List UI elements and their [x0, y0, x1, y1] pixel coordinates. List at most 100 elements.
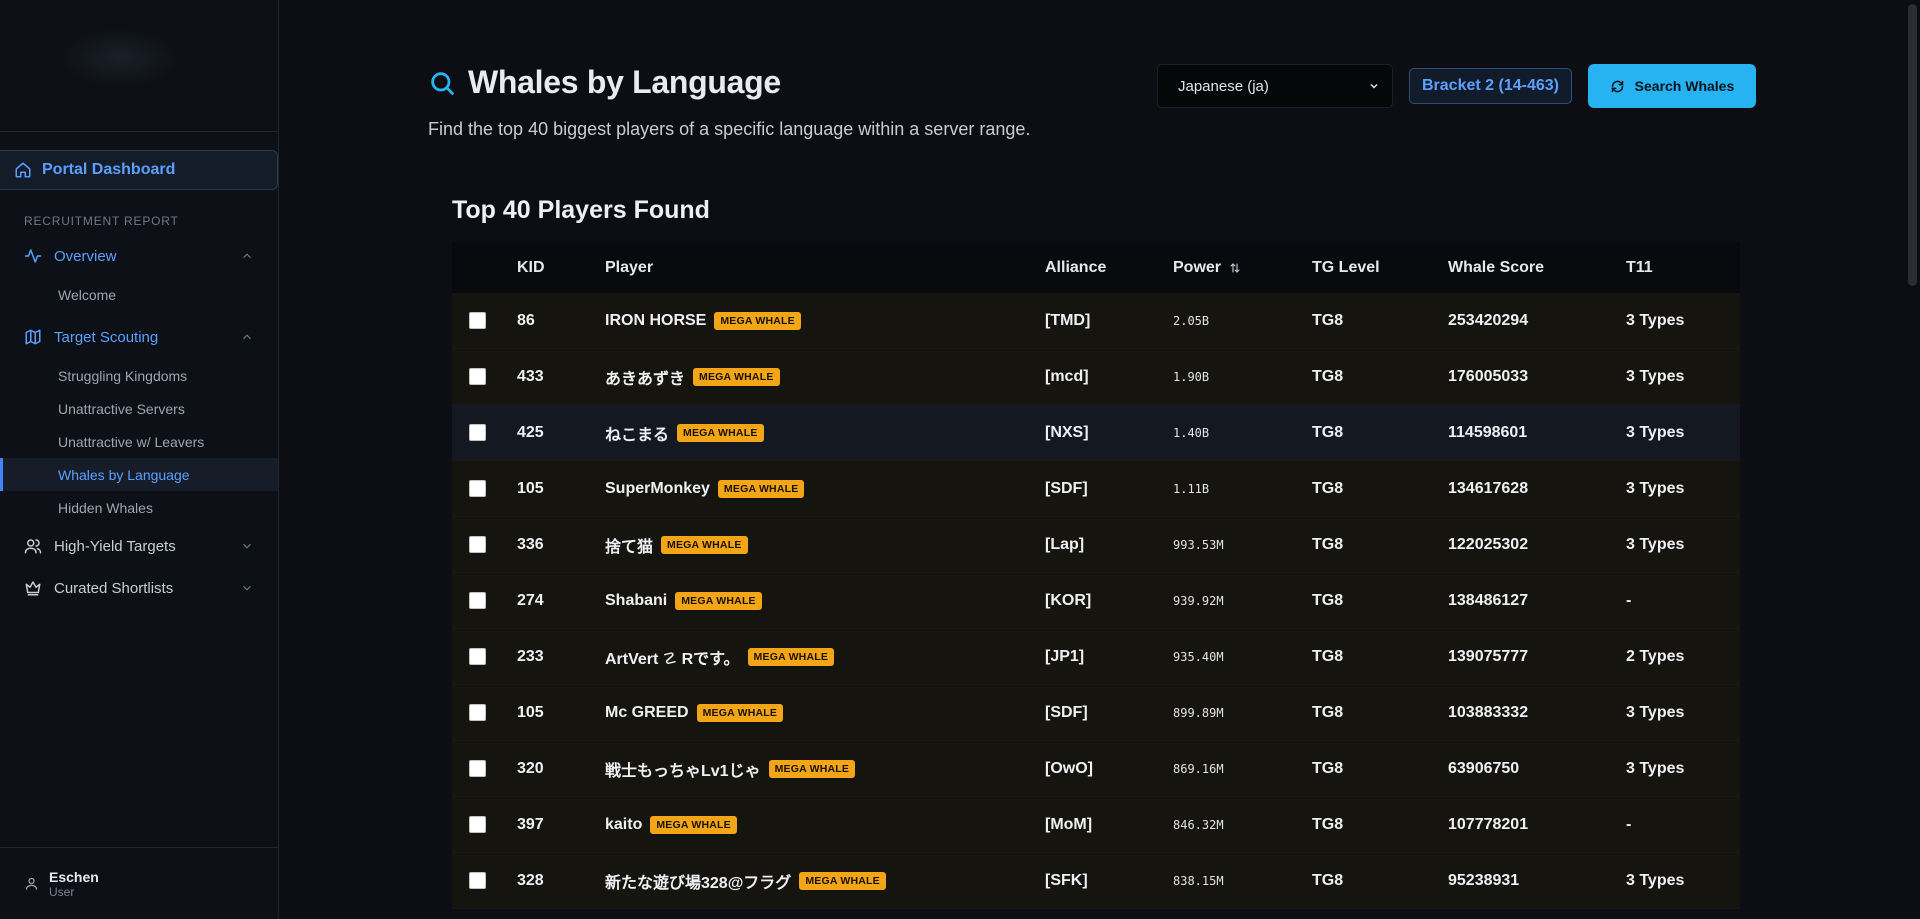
nav-overview-label: Overview: [54, 247, 117, 265]
cell-kid: 433: [517, 367, 544, 385]
header-tg-level[interactable]: TG Level: [1312, 259, 1448, 277]
cell-whale-score: 114598601: [1448, 423, 1528, 441]
chevron-down-icon: [240, 581, 254, 595]
row-checkbox[interactable]: [469, 536, 486, 553]
cell-kid: 105: [517, 479, 544, 497]
cell-whale-score: 176005033: [1448, 367, 1529, 385]
mega-whale-badge: MEGA WHALE: [693, 367, 780, 386]
refresh-icon: [1611, 80, 1623, 92]
cell-alliance: [MoM]: [1045, 815, 1093, 833]
header-power[interactable]: Power: [1173, 259, 1312, 277]
cell-power: 838.15M: [1173, 873, 1224, 888]
table-row[interactable]: 425 ねこまる MEGA WHALE [NXS] 1.40B TG8 114598601 3…: [452, 405, 1740, 461]
mega-whale-badge: MEGA WHALE: [768, 759, 856, 778]
row-checkbox[interactable]: [469, 648, 486, 665]
table-row[interactable]: 274 Shabani MEGA WHALE [KOR] 939.92M TG8 13848…: [452, 573, 1740, 629]
player-name: ArtVert ☡ Rです。: [605, 650, 740, 668]
cell-player: 戦士もっちゃLv1じゃ MEGA WHALE: [605, 757, 1045, 781]
cell-power: 869.16M: [1173, 761, 1224, 776]
mega-whale-badge: MEGA WHALE: [661, 535, 748, 554]
cell-tg-level: TG8: [1312, 311, 1344, 329]
mega-whale-badge: MEGA WHALE: [696, 703, 784, 722]
language-select[interactable]: Japanese (ja): [1157, 64, 1393, 108]
cell-player: SuperMonkey MEGA WHALE: [605, 479, 1045, 498]
cell-tg-level: TG8: [1312, 759, 1344, 777]
header-player[interactable]: Player: [605, 259, 1045, 277]
cell-t11: -: [1626, 815, 1632, 833]
table-row[interactable]: 336 捨て猫 MEGA WHALE [Lap] 993.53M TG8 122025302…: [452, 517, 1740, 573]
mega-whale-badge: MEGA WHALE: [717, 479, 805, 498]
mega-whale-badge: MEGA WHALE: [675, 591, 762, 610]
users-icon: [24, 537, 42, 555]
cell-alliance: [SDF]: [1045, 479, 1088, 497]
nav-target-scouting-label: Target Scouting: [54, 328, 159, 346]
page-header: Whales by Language: [428, 64, 781, 101]
nav-overview[interactable]: Overview: [0, 238, 278, 274]
chevron-down-icon: [240, 539, 254, 553]
sort-icon[interactable]: [1229, 262, 1241, 274]
sidebar-item-hidden-whales[interactable]: Hidden Whales: [0, 491, 278, 524]
cell-tg-level: TG8: [1312, 591, 1344, 609]
sidebar-item-welcome[interactable]: Welcome: [0, 278, 278, 311]
scrollbar[interactable]: [1904, 0, 1920, 919]
sidebar-item-whales-by-language[interactable]: Whales by Language: [0, 458, 278, 491]
cell-t11: 2 Types: [1626, 647, 1685, 665]
cell-whale-score: 122025302: [1448, 535, 1529, 553]
player-name: 戦士もっちゃLv1じゃ: [605, 762, 761, 780]
sidebar-item-struggling-kingdoms[interactable]: Struggling Kingdoms: [0, 359, 278, 392]
table-row[interactable]: 86 IRON HORSE MEGA WHALE [TMD] 2.05B TG8 25342…: [452, 293, 1740, 349]
row-checkbox[interactable]: [469, 592, 486, 609]
cell-alliance: [SFK]: [1045, 871, 1088, 889]
cell-whale-score: 95238931: [1448, 871, 1520, 889]
row-checkbox[interactable]: [469, 760, 486, 777]
cell-alliance: [JP1]: [1045, 647, 1085, 665]
table-row[interactable]: 320 戦士もっちゃLv1じゃ MEGA WHALE [OwO] 869.16M TG8 6…: [452, 741, 1740, 797]
row-select-cell: [452, 648, 517, 665]
row-select-cell: [452, 480, 517, 497]
map-icon: [24, 328, 42, 346]
user-profile[interactable]: Eschen User: [0, 847, 278, 919]
cell-whale-score: 253420294: [1448, 311, 1529, 329]
chevron-up-icon: [240, 249, 254, 263]
table-row[interactable]: 105 SuperMonkey MEGA WHALE [SDF] 1.11B TG8 134…: [452, 461, 1740, 517]
player-name: あきあずき: [605, 370, 686, 388]
row-checkbox[interactable]: [469, 424, 486, 441]
nav-group-high-yield: High-Yield Targets: [0, 528, 278, 564]
portal-dashboard-button[interactable]: Portal Dashboard: [0, 150, 278, 190]
table-row[interactable]: 397 kaito MEGA WHALE [MoM] 846.32M TG8 1077782…: [452, 797, 1740, 853]
nav-curated-shortlists[interactable]: Curated Shortlists: [0, 570, 278, 606]
scrollbar-thumb[interactable]: [1908, 4, 1917, 286]
row-select-cell: [452, 872, 517, 889]
cell-player: 捨て猫 MEGA WHALE: [605, 533, 1045, 557]
sidebar-item-unattractive-leavers[interactable]: Unattractive w/ Leavers: [0, 425, 278, 458]
table-row[interactable]: 433 あきあずき MEGA WHALE [mcd] 1.90B TG8 176005033…: [452, 349, 1740, 405]
row-checkbox[interactable]: [469, 816, 486, 833]
row-checkbox[interactable]: [469, 480, 486, 497]
cell-player: Shabani MEGA WHALE: [605, 591, 1045, 610]
table-row[interactable]: 328 新たな遊び場328@フラグ MEGA WHALE [SFK] 838.15M TG…: [452, 853, 1740, 909]
nav-target-scouting[interactable]: Target Scouting: [0, 319, 278, 355]
cell-power: 2.05B: [1173, 313, 1210, 328]
cell-whale-score: 103883332: [1448, 703, 1529, 721]
crown-icon: [24, 579, 42, 597]
mega-whale-badge: MEGA WHALE: [650, 815, 737, 834]
sidebar-item-unattractive-servers[interactable]: Unattractive Servers: [0, 392, 278, 425]
row-checkbox[interactable]: [469, 312, 486, 329]
nav-high-yield-targets[interactable]: High-Yield Targets: [0, 528, 278, 564]
header-t11[interactable]: T11: [1626, 259, 1736, 277]
row-checkbox[interactable]: [469, 368, 486, 385]
table-row[interactable]: 233 ArtVert ☡ Rです。 MEGA WHALE [JP1] 935.40M T…: [452, 629, 1740, 685]
row-select-cell: [452, 592, 517, 609]
cell-tg-level: TG8: [1312, 479, 1344, 497]
header-whale-score[interactable]: Whale Score: [1448, 259, 1626, 277]
cell-kid: 86: [517, 311, 535, 329]
search-whales-button[interactable]: Search Whales: [1587, 64, 1756, 108]
table-row[interactable]: 105 Mc GREED MEGA WHALE [SDF] 899.89M TG8 1038…: [452, 685, 1740, 741]
cell-tg-level: TG8: [1312, 423, 1344, 441]
row-checkbox[interactable]: [469, 872, 486, 889]
header-alliance[interactable]: Alliance: [1045, 259, 1173, 277]
cell-power: 993.53M: [1173, 537, 1224, 552]
header-kid[interactable]: KID: [517, 259, 605, 277]
row-checkbox[interactable]: [469, 704, 486, 721]
cell-t11: 3 Types: [1626, 367, 1685, 385]
